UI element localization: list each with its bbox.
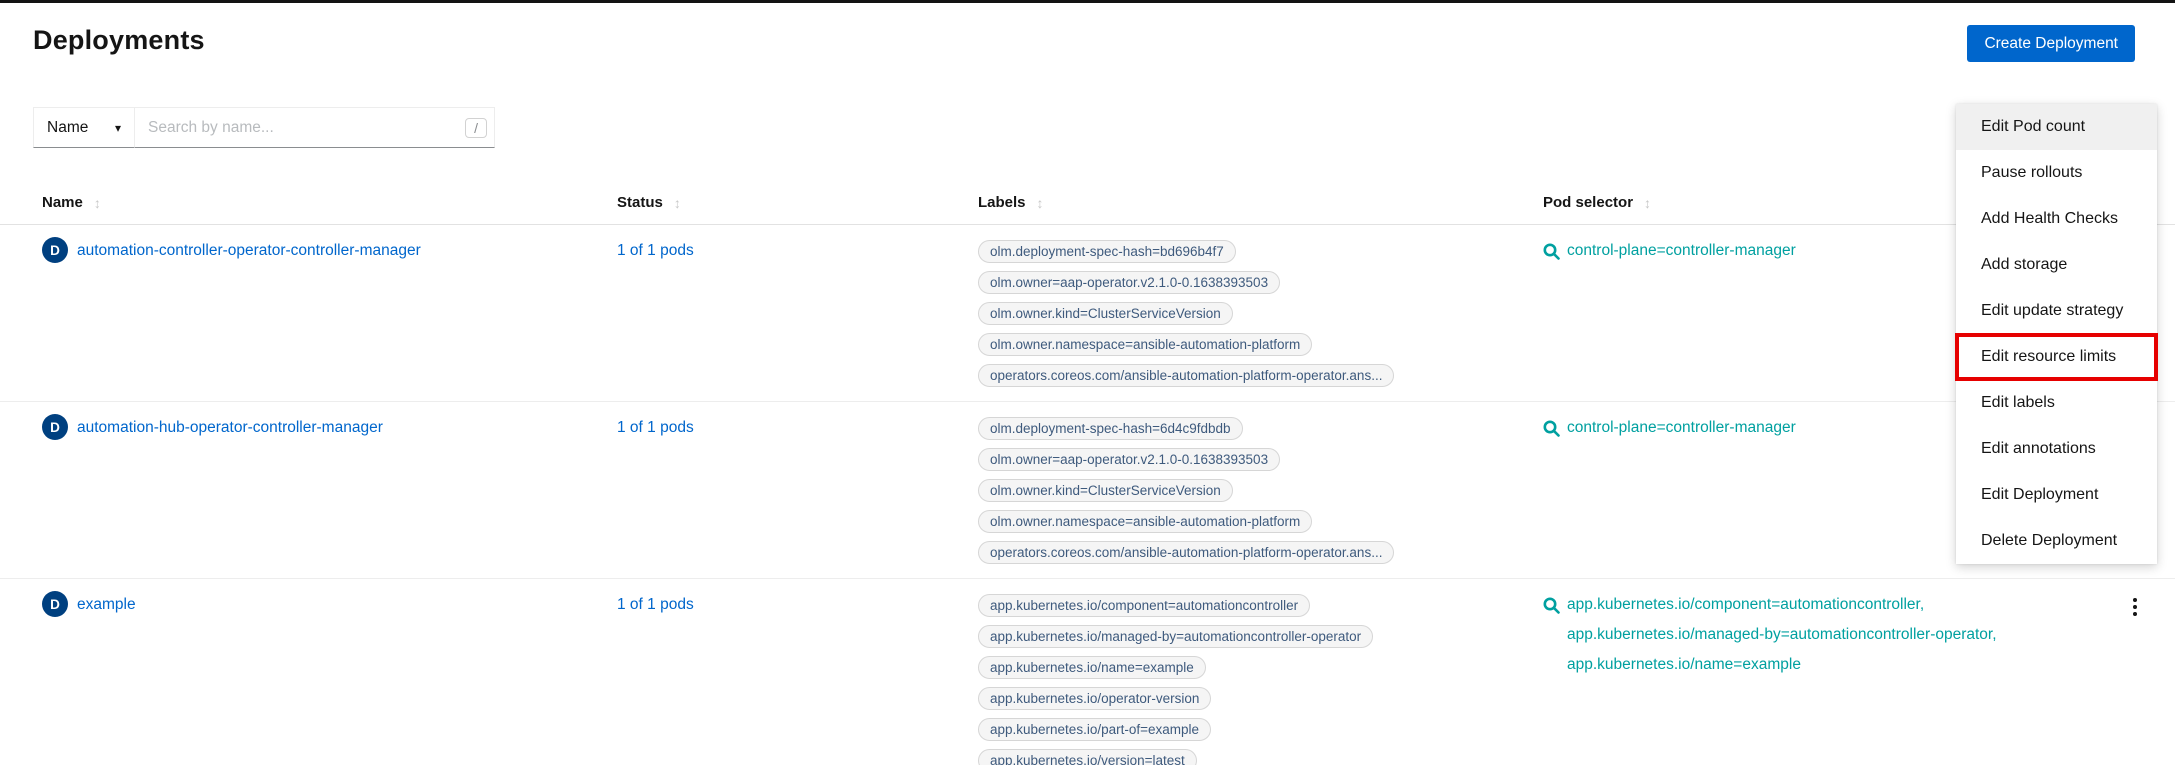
menu-item-label: Edit resource limits	[1981, 348, 2116, 366]
pods-status-link[interactable]: 1 of 1 pods	[617, 596, 694, 613]
sort-icon[interactable]: ↕	[94, 195, 101, 211]
column-header-label: Status	[617, 194, 663, 211]
actions-dropdown-menu: Edit Pod count Pause rollouts Add Health…	[1956, 104, 2157, 564]
pods-status-link[interactable]: 1 of 1 pods	[617, 242, 694, 259]
table-row: D automation-hub-operator-controller-man…	[0, 402, 2175, 579]
menu-item[interactable]: Add Health Checks	[1956, 196, 2157, 242]
label-pill[interactable]: operators.coreos.com/ansible-automation-…	[978, 364, 1394, 387]
menu-item[interactable]: Delete Deployment	[1956, 518, 2157, 564]
sort-icon[interactable]: ↕	[674, 195, 681, 211]
deployment-name-link[interactable]: example	[77, 594, 136, 616]
column-header[interactable]: Status ↕	[617, 184, 978, 224]
label-pill[interactable]: olm.deployment-spec-hash=6d4c9fdbdb	[978, 417, 1243, 440]
menu-item[interactable]: Edit labels	[1956, 380, 2157, 426]
label-pill[interactable]: operators.coreos.com/ansible-automation-…	[978, 541, 1394, 564]
name-cell: D automation-hub-operator-controller-man…	[42, 402, 617, 578]
status-cell: 1 of 1 pods	[617, 225, 978, 401]
menu-item[interactable]: Edit resource limits	[1956, 334, 2157, 380]
menu-item-label: Add storage	[1981, 256, 2067, 274]
filter-toolbar: Name ▾ /	[33, 107, 2175, 148]
deployment-resource-badge: D	[42, 237, 68, 263]
pod-selector-line[interactable]: control-plane=controller-manager	[1567, 236, 1796, 266]
page-title: Deployments	[33, 25, 205, 56]
kebab-menu-icon[interactable]	[2123, 594, 2147, 765]
label-pill[interactable]: olm.owner=aap-operator.v2.1.0-0.16383935…	[978, 271, 1280, 294]
filter-type-dropdown[interactable]: Name ▾	[33, 107, 135, 148]
pod-selector-link[interactable]: app.kubernetes.io/component=automationco…	[1567, 590, 1997, 680]
status-cell: 1 of 1 pods	[617, 579, 978, 765]
menu-item-label: Add Health Checks	[1981, 210, 2118, 228]
pod-selector-line[interactable]: control-plane=controller-manager	[1567, 413, 1796, 443]
label-pill[interactable]: olm.owner.namespace=ansible-automation-p…	[978, 510, 1312, 533]
menu-item[interactable]: Edit Deployment	[1956, 472, 2157, 518]
status-cell: 1 of 1 pods	[617, 402, 978, 578]
label-pill[interactable]: app.kubernetes.io/version=latest	[978, 749, 1197, 765]
search-icon	[1543, 420, 1560, 442]
pods-status-link[interactable]: 1 of 1 pods	[617, 419, 694, 436]
pod-selector-cell: app.kubernetes.io/component=automationco…	[1543, 579, 2095, 765]
menu-item-label: Edit Pod count	[1981, 118, 2085, 136]
create-deployment-button[interactable]: Create Deployment	[1967, 25, 2135, 62]
table-row: D example 1 of 1 pods app.kubernetes.io/…	[0, 579, 2175, 765]
menu-item-label: Edit labels	[1981, 394, 2055, 412]
column-header-label: Labels	[978, 194, 1026, 211]
name-cell: D example	[42, 579, 617, 765]
keyboard-shortcut-badge: /	[465, 118, 487, 138]
pod-selector-link[interactable]: control-plane=controller-manager	[1567, 413, 1796, 443]
deployment-resource-badge: D	[42, 414, 68, 440]
deployment-name-link[interactable]: automation-controller-operator-controlle…	[77, 240, 421, 262]
pod-selector-line[interactable]: app.kubernetes.io/managed-by=automationc…	[1567, 620, 1997, 650]
label-pill[interactable]: olm.owner.kind=ClusterServiceVersion	[978, 302, 1233, 325]
deployment-resource-badge: D	[42, 591, 68, 617]
label-pill[interactable]: app.kubernetes.io/component=automationco…	[978, 594, 1310, 617]
label-pill[interactable]: olm.owner.kind=ClusterServiceVersion	[978, 479, 1233, 502]
sort-icon[interactable]: ↕	[1037, 195, 1044, 211]
filter-type-label: Name	[47, 119, 88, 137]
search-box: /	[135, 107, 495, 148]
page-header: Deployments Create Deployment	[0, 3, 2175, 62]
table-header-row: Name ↕ Status ↕ Labels ↕ Pod selector ↕	[0, 184, 2175, 225]
deployments-table: Name ↕ Status ↕ Labels ↕ Pod selector ↕ …	[0, 184, 2175, 765]
menu-item[interactable]: Edit annotations	[1956, 426, 2157, 472]
labels-cell: olm.deployment-spec-hash=bd696b4f7 olm.ow…	[978, 225, 1543, 401]
menu-item-label: Edit annotations	[1981, 440, 2096, 458]
label-pill[interactable]: app.kubernetes.io/managed-by=automationc…	[978, 625, 1373, 648]
kebab-cell	[2095, 579, 2175, 765]
label-pill[interactable]: olm.owner.namespace=ansible-automation-p…	[978, 333, 1312, 356]
column-header[interactable]: Labels ↕	[978, 184, 1543, 224]
menu-item-label: Delete Deployment	[1981, 532, 2117, 550]
column-header-label: Name	[42, 194, 83, 211]
chevron-down-icon: ▾	[115, 121, 121, 135]
label-pill[interactable]: app.kubernetes.io/name=example	[978, 656, 1206, 679]
label-pill[interactable]: app.kubernetes.io/operator-version	[978, 687, 1211, 710]
label-pill[interactable]: olm.deployment-spec-hash=bd696b4f7	[978, 240, 1236, 263]
table-body: D automation-controller-operator-control…	[0, 225, 2175, 765]
menu-item[interactable]: Pause rollouts	[1956, 150, 2157, 196]
menu-item-label: Edit Deployment	[1981, 486, 2098, 504]
search-icon	[1543, 243, 1560, 265]
label-pill[interactable]: app.kubernetes.io/part-of=example	[978, 718, 1211, 741]
column-header[interactable]: Name ↕	[42, 184, 617, 224]
labels-cell: app.kubernetes.io/component=automationco…	[978, 579, 1543, 765]
menu-item-label: Edit update strategy	[1981, 302, 2123, 320]
menu-item-label: Pause rollouts	[1981, 164, 2082, 182]
search-icon	[1543, 597, 1560, 619]
column-header-label: Pod selector	[1543, 194, 1633, 211]
table-row: D automation-controller-operator-control…	[0, 225, 2175, 402]
label-pill[interactable]: olm.owner=aap-operator.v2.1.0-0.16383935…	[978, 448, 1280, 471]
pod-selector-link[interactable]: control-plane=controller-manager	[1567, 236, 1796, 266]
search-input[interactable]	[135, 119, 465, 137]
menu-item[interactable]: Edit Pod count	[1956, 104, 2157, 150]
pod-selector-line[interactable]: app.kubernetes.io/name=example	[1567, 650, 1997, 680]
sort-icon[interactable]: ↕	[1644, 195, 1651, 211]
menu-item[interactable]: Add storage	[1956, 242, 2157, 288]
deployment-name-link[interactable]: automation-hub-operator-controller-manag…	[77, 417, 383, 439]
pod-selector-line[interactable]: app.kubernetes.io/component=automationco…	[1567, 590, 1997, 620]
menu-item[interactable]: Edit update strategy	[1956, 288, 2157, 334]
name-cell: D automation-controller-operator-control…	[42, 225, 617, 401]
labels-cell: olm.deployment-spec-hash=6d4c9fdbdb olm.o…	[978, 402, 1543, 578]
